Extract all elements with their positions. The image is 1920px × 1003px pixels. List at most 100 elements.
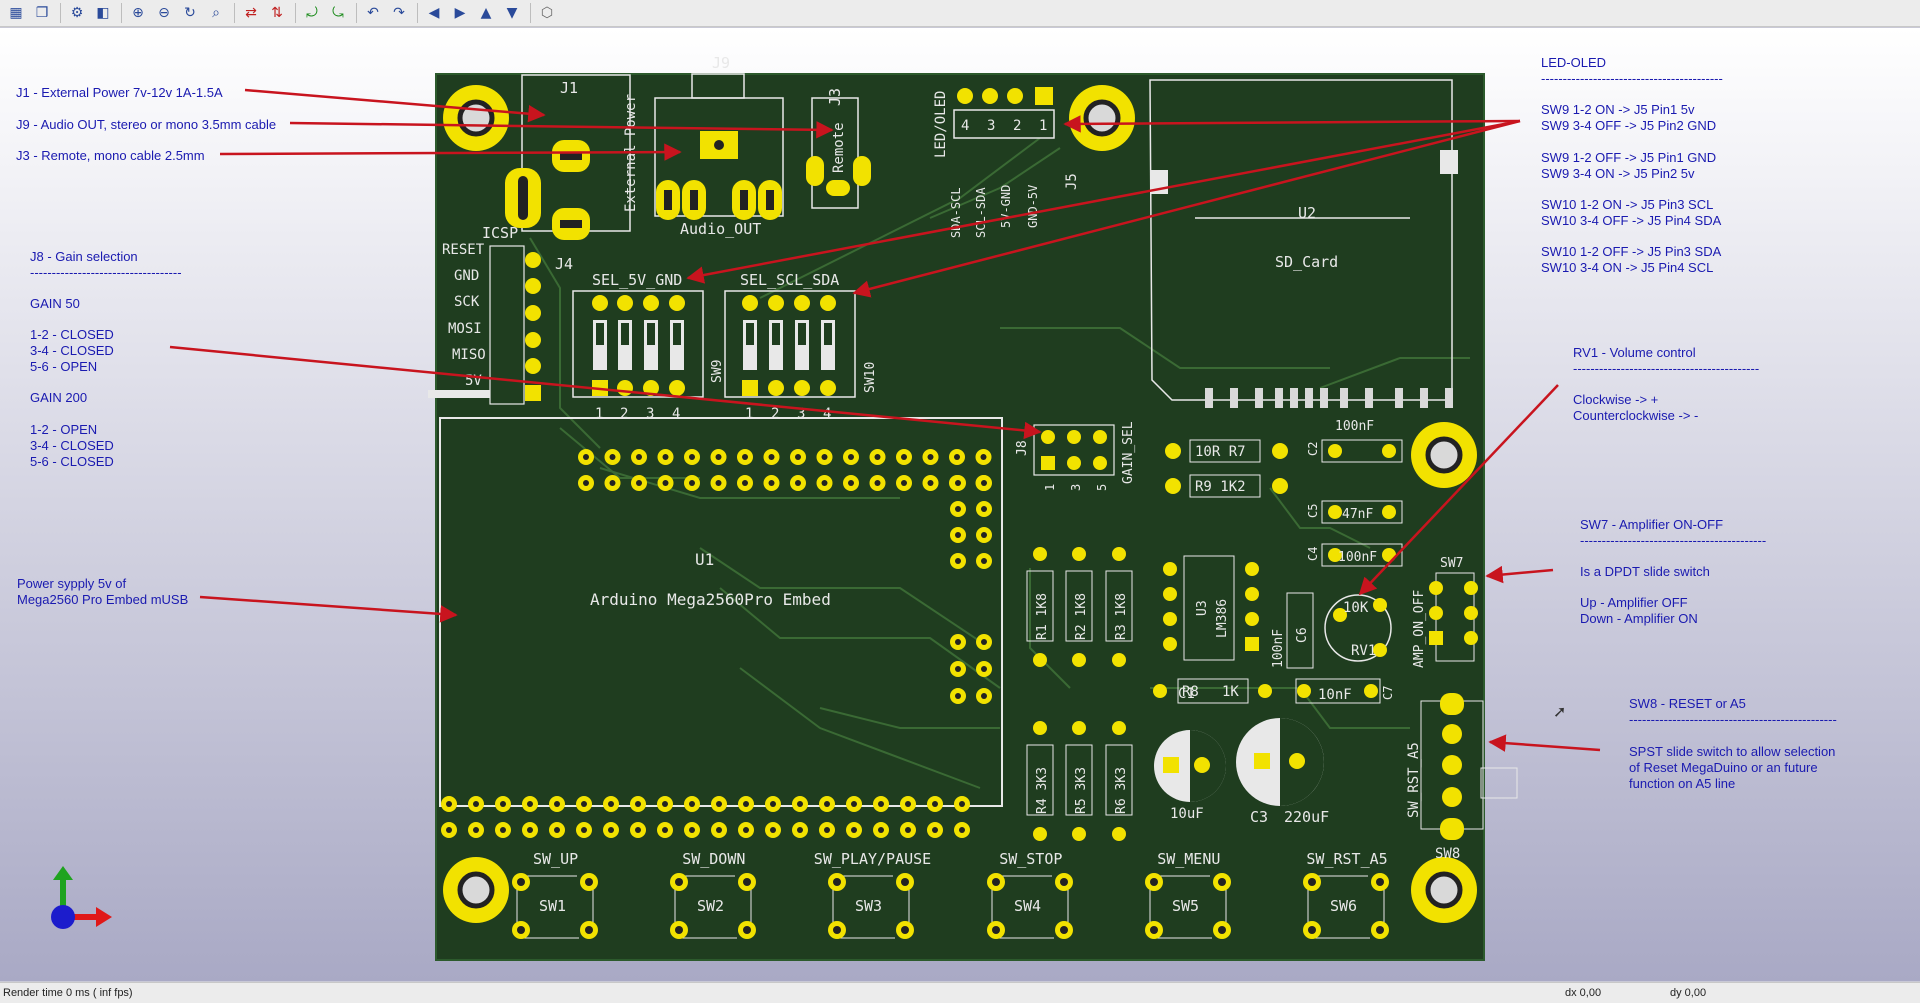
flip-y-icon[interactable]: ⇅ [265, 2, 289, 24]
note-sw7-l1: Is a DPDT slide switch [1580, 564, 1710, 579]
svg-text:MOSI: MOSI [448, 321, 482, 337]
note-oled-l6: SW10 3-4 OFF -> J5 Pin4 SDA [1541, 213, 1722, 228]
rotate-y-icon[interactable]: ⤿ [326, 2, 350, 24]
status-bar: Render time 0 ms ( inf fps) dx 0,00 dy 0… [0, 982, 1920, 1003]
zoom-fit-icon[interactable]: ⌕ [204, 2, 228, 24]
svg-text:1: 1 [1043, 484, 1057, 491]
board-setup-icon[interactable]: ▦ [4, 2, 28, 24]
svg-text:C5: C5 [1306, 504, 1320, 518]
svg-text:SW10: SW10 [863, 362, 878, 393]
svg-text:SDA-SCL: SDA-SCL [949, 187, 963, 238]
svg-text:Remote: Remote [831, 122, 847, 173]
note-sw8-l1: SPST slide switch to allow selection [1629, 744, 1836, 759]
note-sw7-rule: ----------------------------------------… [1580, 533, 1767, 548]
svg-text:R9 1K2: R9 1K2 [1195, 479, 1246, 495]
note-gain50-l1: 1-2 - CLOSED [30, 327, 114, 342]
svg-text:U2: U2 [1298, 204, 1316, 222]
svg-text:RV1: RV1 [1351, 643, 1376, 659]
move-down-icon[interactable]: ▼ [500, 2, 524, 24]
note-oled-rule: ----------------------------------------… [1541, 71, 1723, 86]
svg-text:SW7: SW7 [1440, 556, 1463, 571]
rotate-z-ccw-icon[interactable]: ↷ [387, 2, 411, 24]
svg-text:SD_Card: SD_Card [1275, 253, 1338, 271]
svg-text:3: 3 [646, 406, 654, 422]
svg-text:R1 1K8: R1 1K8 [1035, 593, 1050, 640]
note-oled-l8: SW10 3-4 ON -> J5 Pin4 SCL [1541, 260, 1714, 275]
note-sw7-l2: Up - Amplifier OFF [1580, 595, 1688, 610]
button-label: SW_MENU [1157, 850, 1220, 868]
button-label: SW_PLAY/PAUSE [814, 850, 931, 868]
note-j8-rule: ----------------------------------- [30, 265, 182, 280]
svg-text:C4: C4 [1306, 547, 1320, 561]
svg-text:C1: C1 [1178, 686, 1195, 702]
svg-text:1K: 1K [1222, 684, 1239, 700]
note-power-l2: Mega2560 Pro Embed mUSB [17, 592, 189, 607]
note-oled-title: LED-OLED [1541, 55, 1607, 70]
button-ref: SW6 [1330, 897, 1357, 915]
ortho-icon[interactable]: ⬡ [535, 2, 559, 24]
svg-text:R4 3K3: R4 3K3 [1035, 767, 1050, 814]
move-up-icon[interactable]: ▲ [474, 2, 498, 24]
svg-text:3: 3 [987, 118, 995, 134]
svg-text:AMP_ON_OFF: AMP_ON_OFF [1412, 590, 1427, 668]
svg-text:10nF: 10nF [1318, 687, 1352, 703]
svg-text:SCL-SDA: SCL-SDA [974, 187, 988, 238]
note-j1: J1 - External Power 7v-12v 1A-1.5A [16, 85, 223, 100]
3d-viewport[interactable]: J1 External Power J9 Audio_OUT J3 Remote [0, 28, 1920, 981]
3d-box-icon[interactable]: ◧ [91, 2, 115, 24]
svg-text:1: 1 [745, 406, 753, 422]
preferences-icon[interactable]: ⚙ [65, 2, 89, 24]
arrow-power [199, 595, 458, 623]
move-left-icon[interactable]: ◀ [422, 2, 446, 24]
svg-text:SW_RST_A5: SW_RST_A5 [1406, 742, 1422, 818]
svg-text:J9: J9 [712, 54, 730, 72]
note-j3: J3 - Remote, mono cable 2.5mm [16, 148, 205, 163]
note-oled-l5: SW10 1-2 ON -> J5 Pin3 SCL [1541, 197, 1714, 212]
redraw-icon[interactable]: ↻ [178, 2, 202, 24]
arrow-sw7 [1485, 565, 1554, 584]
svg-text:1: 1 [595, 406, 603, 422]
zoom-in-icon[interactable]: ⊕ [126, 2, 150, 24]
svg-text:LED/OLED: LED/OLED [933, 91, 949, 158]
svg-text:Arduino Mega2560Pro Embed: Arduino Mega2560Pro Embed [590, 590, 831, 609]
svg-text:Audio_OUT: Audio_OUT [680, 220, 761, 238]
separator [295, 3, 296, 23]
svg-text:100nF: 100nF [1335, 419, 1374, 434]
svg-text:J3: J3 [826, 88, 844, 106]
rotate-z-icon[interactable]: ↶ [361, 2, 385, 24]
note-gain50-l2: 3-4 - CLOSED [30, 343, 114, 358]
toolbar: ▦ ❐ ⚙ ◧ ⊕ ⊖ ↻ ⌕ ⇄ ⇅ ⤾ ⤿ ↶ ↷ ◀ ▶ ▲ ▼ ⬡ [0, 0, 1920, 27]
button-ref: SW5 [1172, 897, 1199, 915]
note-gain50-l3: 5-6 - OPEN [30, 359, 98, 374]
button-label: SW_DOWN [682, 850, 745, 868]
zoom-out-icon[interactable]: ⊖ [152, 2, 176, 24]
rotate-x-icon[interactable]: ⤾ [300, 2, 324, 24]
note-sw8-title: SW8 - RESET or A5 [1629, 696, 1746, 711]
separator [356, 3, 357, 23]
note-oled-l2: SW9 3-4 OFF -> J5 Pin2 GND [1541, 118, 1717, 133]
svg-text:RESET: RESET [442, 242, 485, 258]
svg-text:GND-5V: GND-5V [1026, 185, 1040, 228]
svg-text:C6: C6 [1295, 627, 1310, 643]
separator [530, 3, 531, 23]
svg-text:U3: U3 [1195, 600, 1210, 616]
note-oled-l1: SW9 1-2 ON -> J5 Pin1 5v [1541, 102, 1695, 117]
note-gain200-l2: 3-4 - CLOSED [30, 438, 114, 453]
button-ref: SW4 [1014, 897, 1041, 915]
svg-text:R2 1K8: R2 1K8 [1074, 593, 1089, 640]
separator [417, 3, 418, 23]
svg-text:10R R7: 10R R7 [1195, 444, 1246, 460]
flip-x-icon[interactable]: ⇄ [239, 2, 263, 24]
svg-text:100nF: 100nF [1338, 550, 1377, 565]
svg-text:SEL_SCL_SDA: SEL_SCL_SDA [740, 271, 839, 289]
svg-text:GAIN_SEL: GAIN_SEL [1121, 421, 1136, 484]
move-right-icon[interactable]: ▶ [448, 2, 472, 24]
svg-text:GND: GND [454, 268, 479, 284]
svg-text:47nF: 47nF [1342, 507, 1373, 522]
dx-readout: dx 0,00 [1565, 987, 1602, 999]
layers-icon[interactable]: ❐ [30, 2, 54, 24]
arrow-sw8 [1488, 734, 1601, 752]
axis-gizmo [51, 866, 112, 929]
svg-text:2: 2 [771, 406, 779, 422]
note-sw8-rule: ----------------------------------------… [1629, 712, 1837, 727]
